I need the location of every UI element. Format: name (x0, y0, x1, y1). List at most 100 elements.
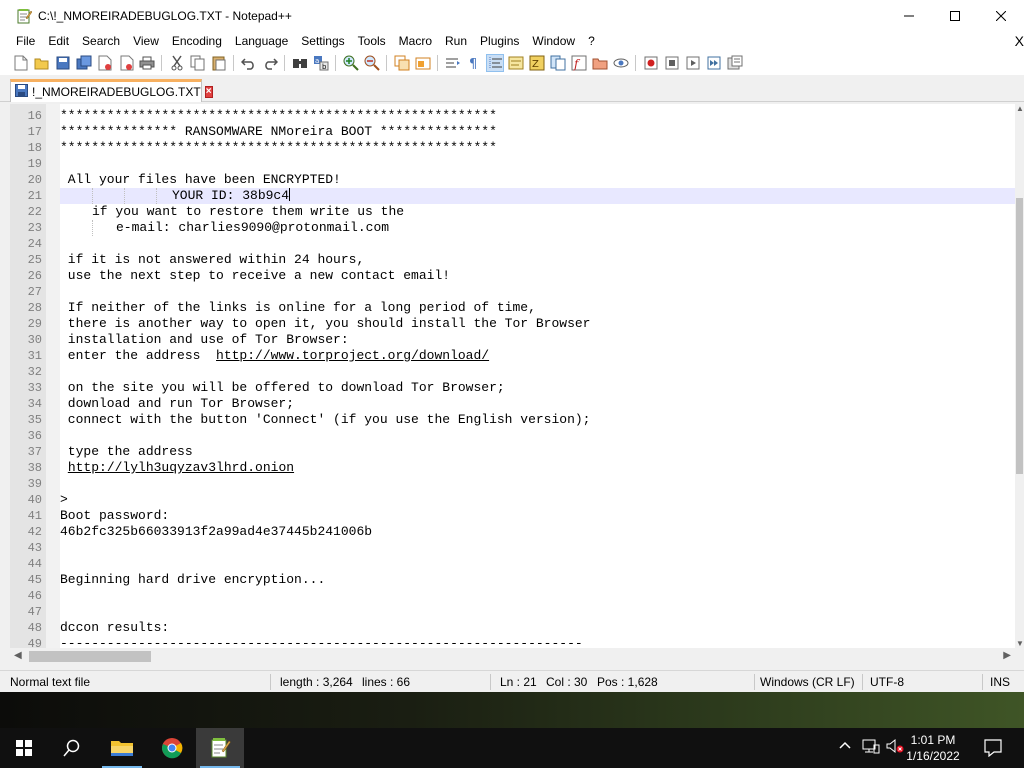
menu-search[interactable]: Search (76, 31, 127, 51)
editor-line[interactable]: 32 (28, 364, 1015, 380)
function-list-icon[interactable]: f (571, 55, 587, 71)
editor-line[interactable]: 25 if it is not answered within 24 hours… (28, 252, 1015, 268)
editor-line[interactable]: 41 Boot password: (28, 508, 1015, 524)
cut-icon[interactable] (169, 55, 185, 71)
editor-line[interactable]: 45 Beginning hard drive encryption... (28, 572, 1015, 588)
editor-line[interactable]: 38 http://lylh3uqyzav3lhrd.onion (28, 460, 1015, 476)
editor-line[interactable]: 26 use the next step to receive a new co… (28, 268, 1015, 284)
doc-map-icon[interactable]: Z (529, 55, 545, 71)
taskbar-notepad-plus-plus[interactable] (196, 728, 244, 768)
menu-settings[interactable]: Settings (295, 31, 351, 51)
menu-encoding[interactable]: Encoding (166, 31, 229, 51)
close-all-icon[interactable] (118, 55, 134, 71)
record-macro-icon[interactable] (643, 55, 659, 71)
minimize-button[interactable] (886, 0, 932, 31)
scroll-left-icon[interactable]: ◀ (14, 650, 22, 661)
stop-macro-icon[interactable] (664, 55, 680, 71)
menu-tools[interactable]: Tools (352, 31, 393, 51)
menu-view[interactable]: View (127, 31, 166, 51)
editor-line[interactable]: 34 download and run Tor Browser; (28, 396, 1015, 412)
menu-macro[interactable]: Macro (393, 31, 439, 51)
folder-workspace-icon[interactable] (592, 55, 608, 71)
editor-line[interactable]: 19 (28, 156, 1015, 172)
editor-line[interactable]: 23 e-mail: charlies9090@protonmail.com (28, 220, 1015, 236)
save-all-icon[interactable] (76, 55, 92, 71)
play-macro-icon[interactable] (685, 55, 701, 71)
close-window-button[interactable] (978, 0, 1024, 31)
open-file-icon[interactable] (34, 55, 50, 71)
editor-line[interactable]: 27 (28, 284, 1015, 300)
document-tab[interactable]: !_NMOREIRADEBUGLOG.TXT × (10, 79, 213, 102)
zoom-out-icon[interactable] (364, 55, 380, 71)
editor-line[interactable]: 47 (28, 604, 1015, 620)
scroll-right-icon[interactable]: ▶ (1003, 650, 1011, 661)
hyperlink[interactable]: http://www.torproject.org/download/ (216, 348, 489, 363)
menu-help[interactable]: ? (582, 31, 602, 51)
vertical-scrollbar[interactable]: ▲ ▼ (1015, 104, 1024, 648)
code-area[interactable]: 16 **************************************… (28, 104, 1015, 648)
editor-line[interactable]: 18 **************************************… (28, 140, 1015, 156)
close-document-button[interactable]: X (1015, 33, 1024, 49)
editor-line[interactable]: 39 (28, 476, 1015, 492)
menu-edit[interactable]: Edit (42, 31, 76, 51)
editor-line[interactable]: 31 enter the address http://www.torproje… (28, 348, 1015, 364)
word-wrap-icon[interactable] (445, 55, 461, 71)
horizontal-scrollbar[interactable]: ◀ ▶ (10, 648, 1015, 665)
undo-icon[interactable] (241, 55, 257, 71)
tab-close-icon[interactable]: × (204, 86, 213, 98)
editor-line[interactable]: 48 dccon results: (28, 620, 1015, 636)
scroll-down-icon[interactable]: ▼ (1016, 639, 1024, 648)
redo-icon[interactable] (262, 55, 278, 71)
editor-line[interactable]: 46 (28, 588, 1015, 604)
vertical-scroll-thumb[interactable] (1016, 198, 1023, 474)
taskbar-file-explorer[interactable] (98, 728, 146, 768)
editor-line[interactable]: 28 If neither of the links is online for… (28, 300, 1015, 316)
scroll-up-icon[interactable]: ▲ (1016, 104, 1024, 113)
document-list-icon[interactable] (550, 55, 566, 71)
show-all-chars-icon[interactable]: ¶ (466, 55, 482, 71)
editor-line[interactable]: 22 if you want to restore them write us t… (28, 204, 1015, 220)
editor-line[interactable]: 24 (28, 236, 1015, 252)
paste-icon[interactable] (211, 55, 227, 71)
close-icon[interactable] (97, 55, 113, 71)
copy-icon[interactable] (190, 55, 206, 71)
save-icon[interactable] (55, 55, 71, 71)
sync-vertical-icon[interactable] (394, 55, 410, 71)
run-macro-multiple-icon[interactable] (706, 55, 722, 71)
system-clock[interactable]: 1:01 PM 1/16/2022 (900, 732, 966, 764)
editor-line[interactable]: 40 > (28, 492, 1015, 508)
find-icon[interactable] (292, 55, 308, 71)
menu-run[interactable]: Run (439, 31, 474, 51)
new-file-icon[interactable] (13, 55, 29, 71)
menu-plugins[interactable]: Plugins (474, 31, 526, 51)
hyperlink[interactable]: http://lylh3uqyzav3lhrd.onion (68, 460, 294, 475)
replace-icon[interactable]: ab (313, 55, 329, 71)
print-icon[interactable] (139, 55, 155, 71)
editor-line[interactable]: 35 connect with the button 'Connect' (if… (28, 412, 1015, 428)
user-defined-language-icon[interactable] (508, 55, 524, 71)
editor-line[interactable]: 49 --------------------------------------… (28, 636, 1015, 648)
editor-line[interactable]: 17 *************** RANSOMWARE NMoreira BO… (28, 124, 1015, 140)
editor-line[interactable]: 29 there is another way to open it, you … (28, 316, 1015, 332)
maximize-button[interactable] (932, 0, 978, 31)
menu-file[interactable]: File (10, 31, 42, 51)
editor-line[interactable]: 43 (28, 540, 1015, 556)
chevron-up-icon[interactable] (838, 738, 852, 755)
editor-line[interactable]: 42 46b2fc325b66033913f2a99ad4e37445b24100… (28, 524, 1015, 540)
network-icon[interactable] (862, 738, 880, 757)
editor-line[interactable]: 33 on the site you will be offered to do… (28, 380, 1015, 396)
menu-window[interactable]: Window (526, 31, 582, 51)
zoom-in-icon[interactable] (343, 55, 359, 71)
editor-line[interactable]: 37 type the address (28, 444, 1015, 460)
menu-language[interactable]: Language (229, 31, 295, 51)
taskbar-search-button[interactable] (48, 728, 96, 768)
editor-line[interactable]: 21 YOUR ID: 38b9c4 (28, 188, 1015, 204)
save-macro-icon[interactable] (727, 55, 743, 71)
editor-line[interactable]: 30 installation and use of Tor Browser: (28, 332, 1015, 348)
taskbar-chrome[interactable] (148, 728, 196, 768)
editor-line[interactable]: 36 (28, 428, 1015, 444)
editor-line[interactable]: 44 (28, 556, 1015, 572)
horizontal-scroll-thumb[interactable] (29, 651, 151, 662)
notifications-icon[interactable] (984, 739, 1002, 760)
editor-line[interactable]: 16 **************************************… (28, 108, 1015, 124)
